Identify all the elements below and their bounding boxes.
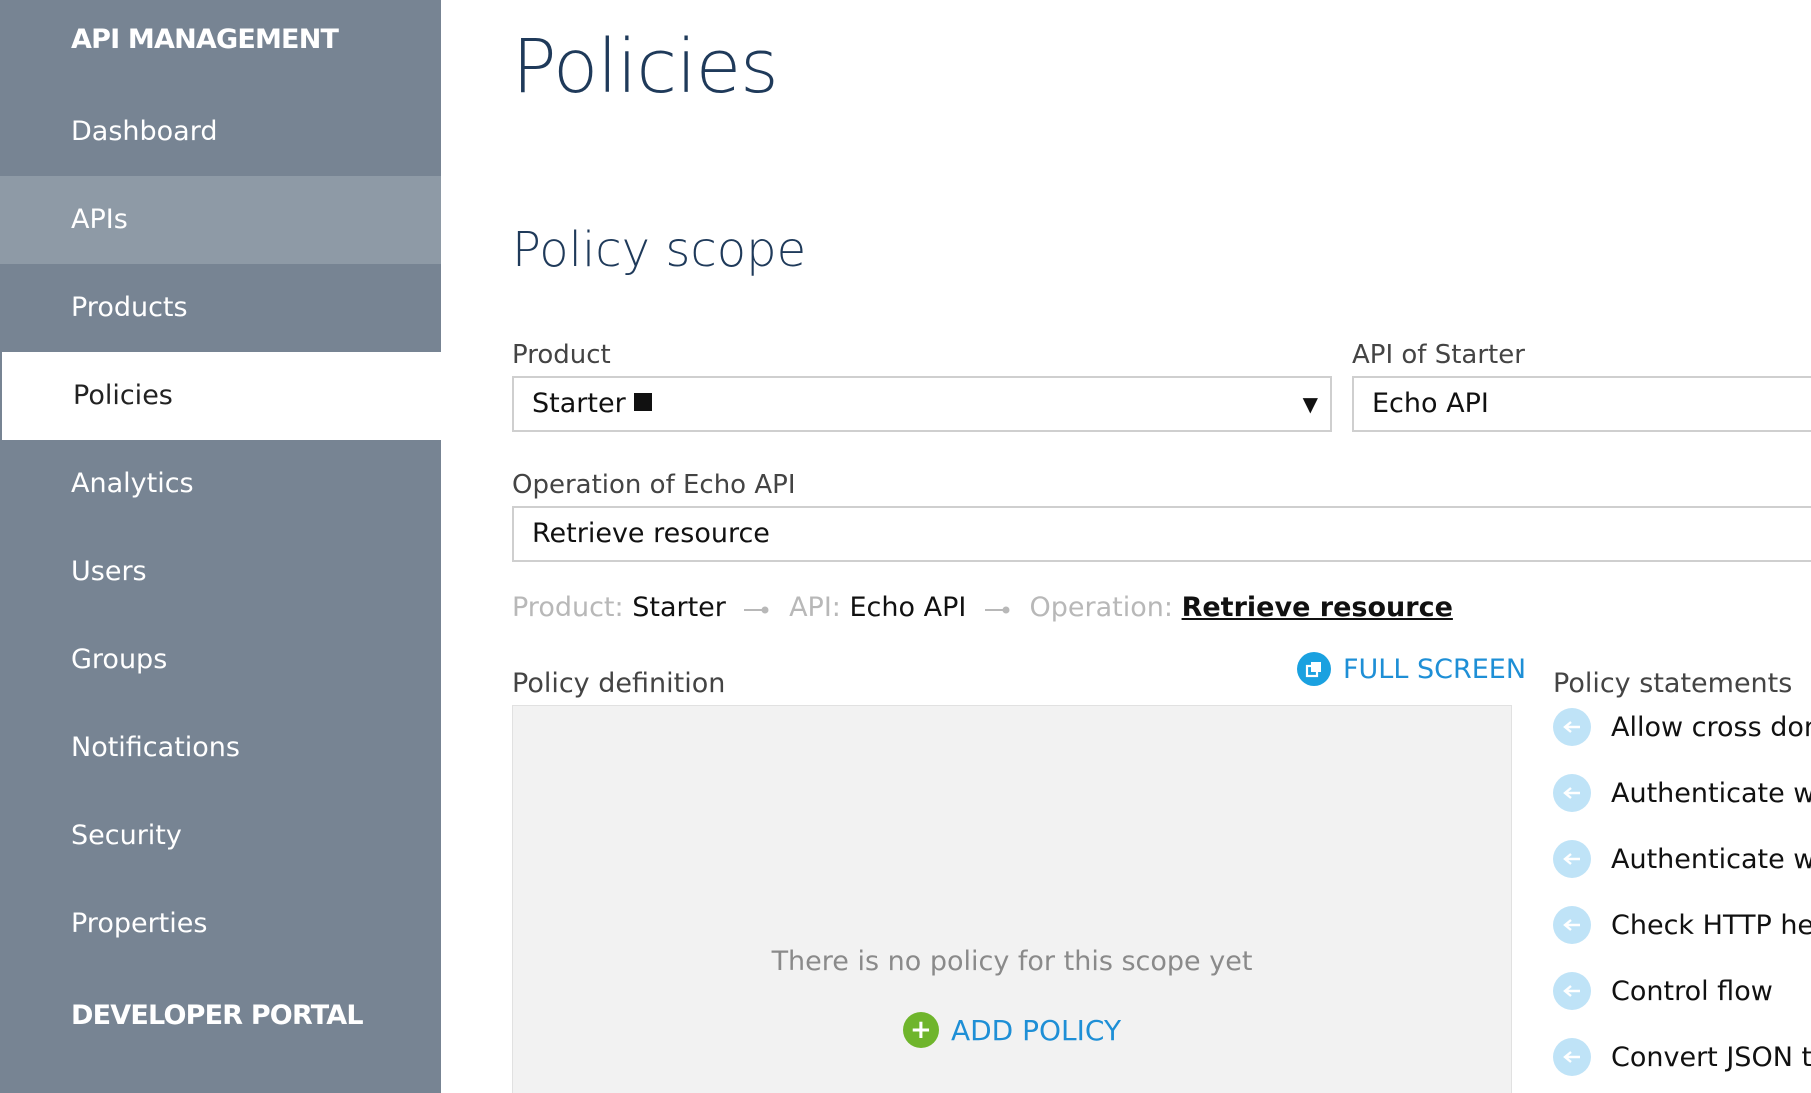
- plus-icon: +: [902, 1012, 939, 1048]
- section-title-api-management[interactable]: API MANAGEMENT: [71, 24, 339, 55]
- sidebar: API MANAGEMENT Dashboard APIs Products P…: [0, 0, 441, 1093]
- connector-arrow-icon: [744, 606, 769, 614]
- page-title: Policies: [512, 24, 779, 110]
- policy-editor-panel[interactable]: There is no policy for this scope yet + …: [512, 705, 1512, 1093]
- breadcrumb-product-label: Product:: [512, 592, 624, 623]
- sidebar-item-analytics[interactable]: Analytics: [0, 440, 441, 528]
- api-label: API of Starter: [1352, 340, 1525, 370]
- statement-item[interactable]: Check HTTP hea: [1553, 900, 1811, 950]
- sidebar-item-apis[interactable]: APIs: [0, 176, 441, 264]
- empty-policy-message: There is no policy for this scope yet: [771, 946, 1253, 977]
- main-content: Policies Policy scope Product Starter ▼ …: [441, 0, 1811, 1093]
- section-title-developer-portal[interactable]: DEVELOPER PORTAL: [71, 1000, 364, 1031]
- statement-label: Authenticate wit: [1611, 777, 1811, 809]
- statement-label: Authenticate wit: [1611, 843, 1811, 875]
- sidebar-item-users[interactable]: Users: [0, 528, 441, 616]
- arrow-left-icon: [1553, 1038, 1591, 1076]
- operation-select-value: Retrieve resource: [532, 518, 770, 549]
- policy-scope-heading: Policy scope: [512, 222, 807, 278]
- policy-definition-label: Policy definition: [512, 668, 726, 699]
- statement-item[interactable]: Allow cross dom: [1553, 702, 1811, 752]
- breadcrumb-operation-label: Operation:: [1029, 592, 1173, 623]
- sidebar-item-products[interactable]: Products: [0, 264, 441, 352]
- add-policy-label: ADD POLICY: [950, 1013, 1122, 1047]
- scope-breadcrumb: Product: Starter API: Echo API Operation…: [512, 592, 1453, 623]
- product-select[interactable]: Starter ▼: [512, 376, 1332, 432]
- arrow-left-icon: [1553, 708, 1591, 746]
- statement-label: Check HTTP hea: [1611, 909, 1811, 941]
- api-select-value: Echo API: [1372, 388, 1489, 419]
- statement-label: Allow cross dom: [1611, 711, 1811, 743]
- add-policy-button[interactable]: + ADD POLICY: [513, 1012, 1511, 1048]
- arrow-left-icon: [1553, 774, 1591, 812]
- fullscreen-icon: [1297, 652, 1331, 686]
- product-select-value: Starter: [532, 388, 626, 419]
- breadcrumb-operation-link[interactable]: Retrieve resource: [1182, 592, 1453, 623]
- statement-label: Convert JSON to: [1611, 1041, 1811, 1073]
- statement-item[interactable]: Authenticate wit: [1553, 768, 1811, 818]
- arrow-left-icon: [1553, 906, 1591, 944]
- product-swatch: [633, 392, 652, 411]
- sidebar-item-policies[interactable]: Policies: [0, 352, 441, 440]
- statement-label: Control flow: [1611, 975, 1773, 1007]
- product-label: Product: [512, 340, 611, 370]
- sidebar-item-properties[interactable]: Properties: [0, 880, 441, 968]
- sidebar-item-groups[interactable]: Groups: [0, 616, 441, 704]
- full-screen-label: FULL SCREEN: [1343, 653, 1527, 685]
- policy-statements-label: Policy statements: [1553, 668, 1793, 699]
- sidebar-item-dashboard[interactable]: Dashboard: [0, 88, 441, 176]
- sidebar-item-notifications[interactable]: Notifications: [0, 704, 441, 792]
- breadcrumb-api-value: Echo API: [849, 592, 967, 623]
- api-select[interactable]: Echo API: [1352, 376, 1811, 432]
- full-screen-button[interactable]: FULL SCREEN: [1297, 652, 1526, 686]
- sidebar-item-security[interactable]: Security: [0, 792, 441, 880]
- operation-select[interactable]: Retrieve resource: [512, 506, 1811, 562]
- breadcrumb-product-value: Starter: [632, 592, 726, 623]
- breadcrumb-api-label: API:: [789, 592, 841, 623]
- arrow-left-icon: [1553, 972, 1591, 1010]
- arrow-left-icon: [1553, 840, 1591, 878]
- caret-down-icon: ▼: [1302, 392, 1318, 416]
- operation-label: Operation of Echo API: [512, 470, 796, 500]
- statement-item[interactable]: Control flow: [1553, 966, 1773, 1016]
- statement-item[interactable]: Convert JSON to: [1553, 1032, 1811, 1082]
- connector-arrow-icon: [984, 606, 1010, 614]
- statement-item[interactable]: Authenticate wit: [1553, 834, 1811, 884]
